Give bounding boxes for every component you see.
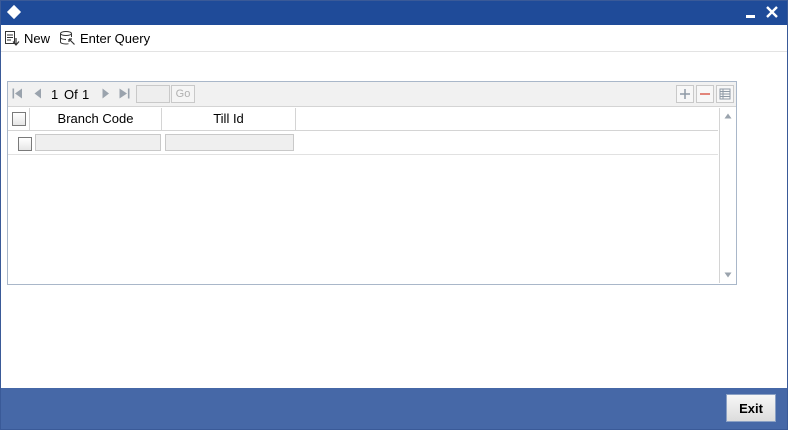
scroll-down-icon[interactable] xyxy=(724,272,732,278)
select-all-cell xyxy=(8,108,30,130)
first-page-icon[interactable] xyxy=(12,88,23,99)
scroll-up-icon[interactable] xyxy=(724,113,732,119)
column-header-till-id[interactable]: Till Id xyxy=(162,108,296,130)
new-label: New xyxy=(24,30,51,46)
grid-header: Branch Code Till Id xyxy=(8,108,718,131)
next-page-icon[interactable] xyxy=(102,88,110,99)
enter-query-label: Enter Query xyxy=(80,30,151,46)
column-header-branch-code[interactable]: Branch Code xyxy=(30,108,162,130)
footer-bar: Exit xyxy=(1,388,787,429)
go-button[interactable]: Go xyxy=(171,85,195,103)
till-id-input[interactable] xyxy=(165,134,294,151)
enter-query-icon xyxy=(60,31,75,45)
title-bar xyxy=(1,1,787,25)
total-pages: 1 xyxy=(82,87,90,102)
current-page: 1 xyxy=(51,87,59,102)
close-icon xyxy=(766,6,778,18)
delete-row-icon xyxy=(700,93,710,95)
select-all-checkbox[interactable] xyxy=(12,112,26,126)
window-diamond-icon xyxy=(6,4,22,20)
single-view-icon xyxy=(719,88,731,100)
exit-button[interactable]: Exit xyxy=(726,394,776,422)
app-window: New Enter Query 1 Of 1 Go Branch Code Ti… xyxy=(0,0,788,430)
table-row xyxy=(8,131,718,155)
close-button[interactable] xyxy=(761,1,783,25)
page-of-label: Of xyxy=(64,87,78,102)
add-row-icon xyxy=(680,89,690,99)
row-checkbox[interactable] xyxy=(18,137,32,151)
prev-page-icon[interactable] xyxy=(34,88,42,99)
minimize-button[interactable] xyxy=(740,1,762,25)
minimize-icon xyxy=(746,15,755,18)
branch-code-input[interactable] xyxy=(35,134,161,151)
new-icon xyxy=(5,31,20,46)
add-row-button[interactable] xyxy=(676,85,694,103)
grid-panel: 1 Of 1 Go Branch Code Till Id xyxy=(7,81,737,285)
vertical-scrollbar[interactable] xyxy=(719,108,736,283)
delete-row-button[interactable] xyxy=(696,85,714,103)
toolbar: New Enter Query xyxy=(1,25,787,52)
enter-query-button[interactable]: Enter Query xyxy=(59,28,150,48)
pager-bar: 1 Of 1 Go xyxy=(8,82,736,107)
last-page-icon[interactable] xyxy=(119,88,130,99)
page-number-input[interactable] xyxy=(136,85,170,103)
single-view-button[interactable] xyxy=(716,85,734,103)
new-button[interactable]: New xyxy=(4,28,50,48)
